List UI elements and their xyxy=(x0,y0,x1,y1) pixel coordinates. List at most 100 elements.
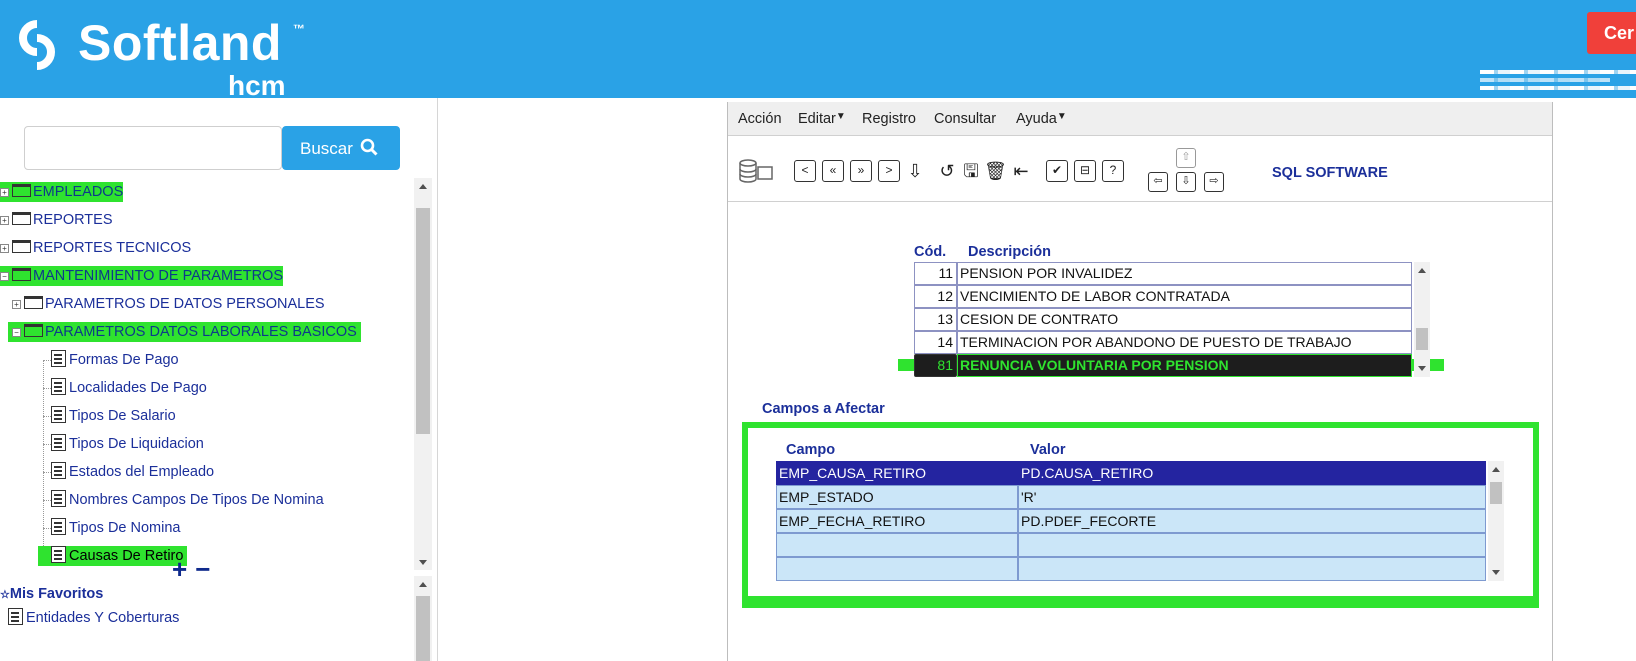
tree-item-label: MANTENIMIENTO DE PARAMETROS xyxy=(33,268,284,284)
tree-item-label: REPORTES TECNICOS xyxy=(33,240,192,256)
add-icon[interactable]: + xyxy=(172,554,195,584)
cause-code-field[interactable]: 14 xyxy=(914,331,957,354)
causes-scrollbar-thumb[interactable] xyxy=(1416,328,1428,350)
valor-field[interactable]: PD.CAUSA_RETIRO xyxy=(1018,461,1486,485)
delete-icon[interactable]: 🗑 xyxy=(984,160,1007,182)
expand-icon[interactable]: + xyxy=(12,300,21,309)
exit-icon[interactable]: ⇤ xyxy=(1010,160,1032,182)
fields-scrollbar[interactable] xyxy=(1488,461,1504,581)
cause-row[interactable]: 13 CESION DE CONTRATO xyxy=(914,308,1412,331)
campo-field[interactable]: EMP_FECHA_RETIRO xyxy=(776,509,1018,533)
tree-item-causas-de-retiro[interactable]: Causas De Retiro xyxy=(38,546,188,566)
next-record-icon[interactable]: > xyxy=(878,160,900,182)
cause-description-field[interactable]: PENSION POR INVALIDEZ xyxy=(957,262,1412,285)
causes-scrollbar[interactable] xyxy=(1414,262,1430,377)
valor-field[interactable] xyxy=(1018,557,1486,581)
tree-item-formas-de-pago[interactable]: Formas De Pago xyxy=(51,350,179,370)
scroll-up-icon[interactable] xyxy=(1492,467,1500,472)
cause-row[interactable]: 14 TERMINACION POR ABANDONO DE PUESTO DE… xyxy=(914,331,1412,354)
cause-row[interactable]: 12 VENCIMIENTO DE LABOR CONTRATADA xyxy=(914,285,1412,308)
tree-item-estados-del-empleado[interactable]: Estados del Empleado xyxy=(51,462,214,482)
collapse-icon[interactable]: − xyxy=(0,272,9,281)
tree-item-reportes-tecnicos[interactable]: + REPORTES TECNICOS xyxy=(0,238,191,258)
database-icon[interactable] xyxy=(738,158,774,184)
help-icon[interactable]: ? xyxy=(1102,160,1124,182)
field-row[interactable]: EMP_ESTADO 'R' xyxy=(776,485,1486,509)
tree-item-empleados[interactable]: + EMPLEADOS xyxy=(0,182,124,202)
field-row[interactable] xyxy=(776,533,1486,557)
tree-item-reportes[interactable]: + REPORTES xyxy=(0,210,113,230)
valor-field[interactable]: PD.PDEF_FECORTE xyxy=(1018,509,1486,533)
expand-icon[interactable]: + xyxy=(0,188,9,197)
last-record-icon[interactable]: » xyxy=(850,160,872,182)
field-row[interactable]: EMP_FECHA_RETIRO PD.PDEF_FECORTE xyxy=(776,509,1486,533)
tree-item-localidades-de-pago[interactable]: Localidades De Pago xyxy=(51,378,207,398)
cause-code-field[interactable]: 81 xyxy=(914,354,957,377)
cause-row-selected[interactable]: 81 RENUNCIA VOLUNTARIA POR PENSION xyxy=(914,354,1412,377)
tree-scrollbar-thumb[interactable] xyxy=(416,208,430,434)
tree-item-nombres-campos-tipos-nomina[interactable]: Nombres Campos De Tipos De Nomina xyxy=(51,490,324,510)
tree-item-parametros-datos-personales[interactable]: + PARAMETROS DE DATOS PERSONALES xyxy=(12,294,325,314)
fields-scrollbar-thumb[interactable] xyxy=(1490,482,1502,504)
menu-ayuda[interactable]: Ayuda▼ xyxy=(1016,111,1067,127)
dropdown-arrow-icon: ▼ xyxy=(835,111,846,122)
move-left-icon[interactable]: ⇦ xyxy=(1148,172,1168,192)
cause-code-field[interactable]: 13 xyxy=(914,308,957,331)
scroll-down-icon[interactable] xyxy=(1418,366,1426,371)
favorites-title[interactable]: ☆Mis Favoritos xyxy=(0,586,103,602)
undo-icon[interactable]: ↺ xyxy=(936,160,958,182)
first-record-icon[interactable]: « xyxy=(822,160,844,182)
print-icon[interactable]: ⊟ xyxy=(1074,160,1096,182)
menu-editar[interactable]: Editar▼ xyxy=(798,111,846,127)
tree-item-parametros-laborales-basicos[interactable]: − PARAMETROS DATOS LABORALES BASICOS xyxy=(8,322,361,342)
cause-code-field[interactable]: 11 xyxy=(914,262,957,285)
tree-item-tipos-de-nomina[interactable]: Tipos De Nomina xyxy=(51,518,180,538)
move-right-icon[interactable]: ⇨ xyxy=(1204,172,1224,192)
column-header-campo: Campo xyxy=(786,442,836,458)
cause-description-field[interactable]: CESION DE CONTRATO xyxy=(957,308,1412,331)
remove-icon[interactable]: − xyxy=(195,554,218,584)
campo-field[interactable] xyxy=(776,533,1018,557)
field-row-selected[interactable]: EMP_CAUSA_RETIRO PD.CAUSA_RETIRO xyxy=(776,461,1486,485)
campo-field[interactable]: EMP_CAUSA_RETIRO xyxy=(776,461,1018,485)
menu-registro[interactable]: Registro xyxy=(862,111,916,127)
move-up-icon[interactable]: ⇧ xyxy=(1176,148,1196,168)
scroll-up-icon[interactable] xyxy=(419,582,427,587)
tree-item-tipos-de-salario[interactable]: Tipos De Salario xyxy=(51,406,176,426)
move-down-icon[interactable]: ⇩ xyxy=(1176,172,1196,192)
cause-description-field[interactable]: RENUNCIA VOLUNTARIA POR PENSION xyxy=(957,354,1412,377)
field-row[interactable] xyxy=(776,557,1486,581)
cause-code-field[interactable]: 12 xyxy=(914,285,957,308)
cause-description-field[interactable]: VENCIMIENTO DE LABOR CONTRATADA xyxy=(957,285,1412,308)
expand-icon[interactable]: + xyxy=(0,216,9,225)
menu-consultar[interactable]: Consultar xyxy=(934,111,996,127)
campo-field[interactable]: EMP_ESTADO xyxy=(776,485,1018,509)
prev-record-icon[interactable]: < xyxy=(794,160,816,182)
campo-field[interactable] xyxy=(776,557,1018,581)
tree-connector xyxy=(43,416,51,417)
valor-field[interactable] xyxy=(1018,533,1486,557)
logout-button[interactable]: Cer xyxy=(1587,12,1636,54)
insert-record-icon[interactable]: ⇩ xyxy=(904,160,926,182)
search-input[interactable] xyxy=(24,126,282,170)
favorites-scrollbar-thumb[interactable] xyxy=(416,596,430,661)
tree-item-mantenimiento-parametros[interactable]: − MANTENIMIENTO DE PARAMETROS xyxy=(0,266,284,286)
valor-field[interactable]: 'R' xyxy=(1018,485,1486,509)
expand-icon[interactable]: + xyxy=(0,244,9,253)
search-icon xyxy=(360,138,378,156)
menu-accion[interactable]: Acción xyxy=(738,111,782,127)
favorite-item[interactable]: Entidades Y Coberturas xyxy=(8,608,179,626)
commit-icon[interactable]: ✔ xyxy=(1046,160,1068,182)
scroll-up-icon[interactable] xyxy=(419,184,427,189)
cause-description-field[interactable]: TERMINACION POR ABANDONO DE PUESTO DE TR… xyxy=(957,331,1412,354)
scroll-down-icon[interactable] xyxy=(1492,570,1500,575)
cause-row[interactable]: 11 PENSION POR INVALIDEZ xyxy=(914,262,1412,285)
tree-item-label: Estados del Empleado xyxy=(69,464,215,480)
search-button[interactable]: Buscar xyxy=(282,126,400,170)
scroll-down-icon[interactable] xyxy=(419,560,427,565)
collapse-icon[interactable]: − xyxy=(12,328,21,337)
favorites-title-label: Mis Favoritos xyxy=(9,586,104,602)
save-icon[interactable]: 🖫 xyxy=(960,160,982,182)
scroll-up-icon[interactable] xyxy=(1418,268,1426,273)
tree-item-tipos-de-liquidacion[interactable]: Tipos De Liquidacion xyxy=(51,434,204,454)
